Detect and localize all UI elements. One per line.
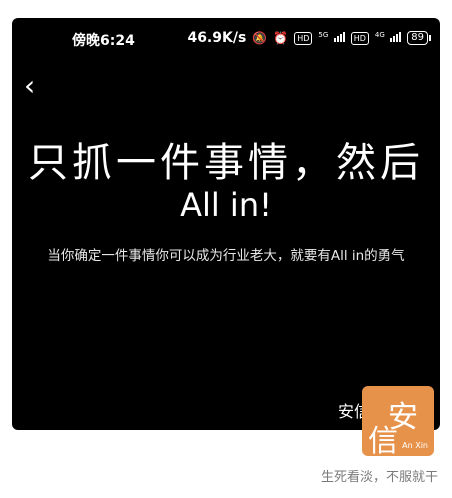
battery-icon: 89 <box>407 31 431 45</box>
net-type-4g: 4G <box>374 31 385 39</box>
alarm-icon: ⏰ <box>273 31 289 45</box>
chevron-left-icon[interactable]: ‹ <box>24 72 52 100</box>
status-time: 傍晚6:24 <box>72 33 135 49</box>
logo-latin: An Xin <box>402 441 428 450</box>
hd-badge: HD <box>294 31 313 45</box>
logo-char-xin: 信 <box>368 424 398 456</box>
anxin-logo: 安 信 An Xin <box>362 386 434 456</box>
network-speed: 46.9K/s <box>187 30 247 46</box>
notification-off-icon: 🔕 <box>252 31 268 45</box>
status-bar: 傍晚6:24 46.9K/s 🔕 ⏰ HD 5G HD 4G 89 <box>12 28 440 52</box>
caption: 生死看淡，不服就干 <box>320 470 438 485</box>
allin-title: All in! <box>180 186 272 224</box>
signal-5g-icon: 5G <box>318 30 345 46</box>
net-type-5g: 5G <box>318 31 329 39</box>
hd-badge-2: HD <box>350 31 369 45</box>
subline: 当你确定一件事情你可以成为行业老大，就要有All in的勇气 <box>47 248 405 264</box>
headline: 只抓一件事情，然后 <box>28 140 424 186</box>
phone-screen: 傍晚6:24 46.9K/s 🔕 ⏰ HD 5G HD 4G 89 ‹ 只抓一件… <box>12 18 440 430</box>
status-icons: 46.9K/s 🔕 ⏰ HD 5G HD 4G 89 <box>187 30 431 46</box>
signal-4g-icon: 4G <box>374 30 402 46</box>
